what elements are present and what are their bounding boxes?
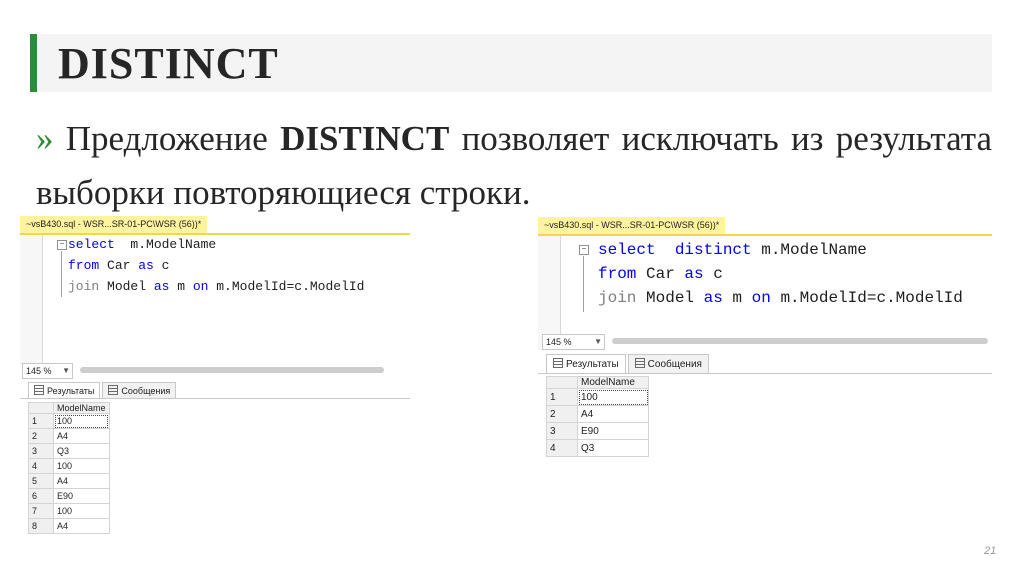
tabs-divider — [538, 373, 992, 374]
result-tabs-left: Результаты Сообщения — [28, 382, 178, 398]
row-number[interactable]: 6 — [28, 488, 54, 504]
cell-modelname[interactable]: 100 — [577, 388, 649, 406]
tab-results[interactable]: Результаты — [546, 354, 626, 373]
cell-modelname[interactable]: 100 — [53, 458, 110, 474]
column-header[interactable]: ModelName — [577, 376, 649, 389]
editor-gutter — [20, 235, 43, 365]
messages-icon — [634, 358, 645, 368]
table-row[interactable]: 2 A4 — [546, 405, 649, 423]
row-number[interactable]: 4 — [546, 439, 578, 457]
cell-modelname[interactable]: A4 — [53, 518, 110, 534]
collapse-icon[interactable]: − — [57, 240, 67, 250]
code-line-2: from Car as c — [598, 265, 723, 283]
column-header[interactable]: ModelName — [53, 402, 110, 414]
results-grid-right: ModelName 1 100 2 A4 3 E90 4 Q3 — [546, 376, 649, 457]
table-row[interactable]: 6 E90 — [28, 488, 110, 504]
code-line-3: join Model as m on m.ModelId=c.ModelId — [598, 289, 963, 307]
title-accent-bar — [30, 34, 37, 92]
chevron-down-icon: ▼ — [62, 366, 70, 375]
keyword-distinct: DISTINCT — [280, 119, 450, 158]
table-row[interactable]: 4 Q3 — [546, 439, 649, 457]
row-number[interactable]: 8 — [28, 518, 54, 534]
row-number[interactable]: 4 — [28, 458, 54, 474]
chevron-down-icon: ▼ — [594, 337, 602, 346]
row-number[interactable]: 7 — [28, 503, 54, 519]
grid-icon — [34, 385, 44, 395]
table-row[interactable]: 1 100 — [28, 413, 110, 429]
page-number: 21 — [984, 545, 997, 557]
cell-modelname[interactable]: A4 — [53, 473, 110, 489]
code-line-1: select distinct m.ModelName — [598, 241, 867, 259]
collapse-icon[interactable]: − — [579, 245, 589, 255]
table-row[interactable]: 3 E90 — [546, 422, 649, 440]
outline-line — [583, 256, 584, 312]
horizontal-scrollbar-left[interactable] — [80, 367, 384, 373]
zoom-select-right[interactable]: 145 % ▼ — [542, 334, 605, 350]
slide-title: DISTINCT — [58, 39, 279, 88]
code-line-2: from Car as c — [68, 258, 170, 273]
cell-modelname[interactable]: A4 — [577, 405, 649, 423]
table-row[interactable]: 3 Q3 — [28, 443, 110, 459]
bullet-marker: » — [36, 119, 54, 158]
table-row[interactable]: 7 100 — [28, 503, 110, 519]
cell-modelname[interactable]: 100 — [53, 413, 110, 429]
row-number[interactable]: 5 — [28, 473, 54, 489]
query-window-right: ~vsB430.sql - WSR...SR-01-PC\WSR (56))* … — [538, 217, 992, 475]
table-row[interactable]: 8 A4 — [28, 518, 110, 534]
table-row[interactable]: 4 100 — [28, 458, 110, 474]
outline-line — [61, 251, 62, 297]
tab-messages[interactable]: Сообщения — [102, 382, 177, 398]
tab-underline — [20, 233, 410, 235]
results-grid-left: ModelName 1 100 2 A4 3 Q3 4 100 5 A4 6 E90 7 100 8 A4 — [28, 402, 110, 534]
tabs-divider — [20, 398, 410, 399]
sql-editor-left[interactable]: select m.ModelName from Car as c join Mo… — [68, 237, 408, 337]
query-tab-left[interactable]: ~vsB430.sql - WSR...SR-01-PC\WSR (56))* — [20, 216, 208, 233]
table-row[interactable]: 5 A4 — [28, 473, 110, 489]
row-number[interactable]: 2 — [546, 405, 578, 423]
cell-modelname[interactable]: E90 — [577, 422, 649, 440]
sql-editor-right[interactable]: select distinct m.ModelName from Car as … — [598, 241, 992, 337]
row-header-corner — [546, 376, 578, 389]
cell-modelname[interactable]: 100 — [53, 503, 110, 519]
cell-modelname[interactable]: Q3 — [53, 443, 110, 459]
editor-gutter — [538, 236, 561, 350]
code-line-3: join Model as m on m.ModelId=c.ModelId — [68, 279, 365, 294]
messages-icon — [108, 385, 119, 395]
row-number[interactable]: 1 — [28, 413, 54, 429]
row-header-corner — [28, 402, 54, 414]
row-number[interactable]: 2 — [28, 428, 54, 444]
row-number[interactable]: 1 — [546, 388, 578, 406]
result-tabs-right: Результаты Сообщения — [546, 354, 711, 373]
table-row[interactable]: 1 100 — [546, 388, 649, 406]
code-line-1: select m.ModelName — [68, 237, 217, 252]
zoom-select-left[interactable]: 145 % ▼ — [22, 363, 73, 379]
grid-icon — [553, 358, 563, 368]
tab-results[interactable]: Результаты — [28, 382, 101, 398]
horizontal-scrollbar-right[interactable] — [612, 338, 988, 344]
table-row[interactable]: 2 A4 — [28, 428, 110, 444]
tab-underline — [538, 234, 992, 236]
tab-messages[interactable]: Сообщения — [627, 354, 709, 373]
row-number[interactable]: 3 — [546, 422, 578, 440]
cell-modelname[interactable]: A4 — [53, 428, 110, 444]
query-window-left: ~vsB430.sql - WSR...SR-01-PC\WSR (56))* … — [20, 216, 410, 542]
cell-modelname[interactable]: E90 — [53, 488, 110, 504]
row-number[interactable]: 3 — [28, 443, 54, 459]
cell-modelname[interactable]: Q3 — [577, 439, 649, 457]
description-paragraph: » Предложение DISTINCT позволяет исключа… — [36, 119, 992, 212]
query-tab-right[interactable]: ~vsB430.sql - WSR...SR-01-PC\WSR (56))* — [538, 217, 726, 234]
